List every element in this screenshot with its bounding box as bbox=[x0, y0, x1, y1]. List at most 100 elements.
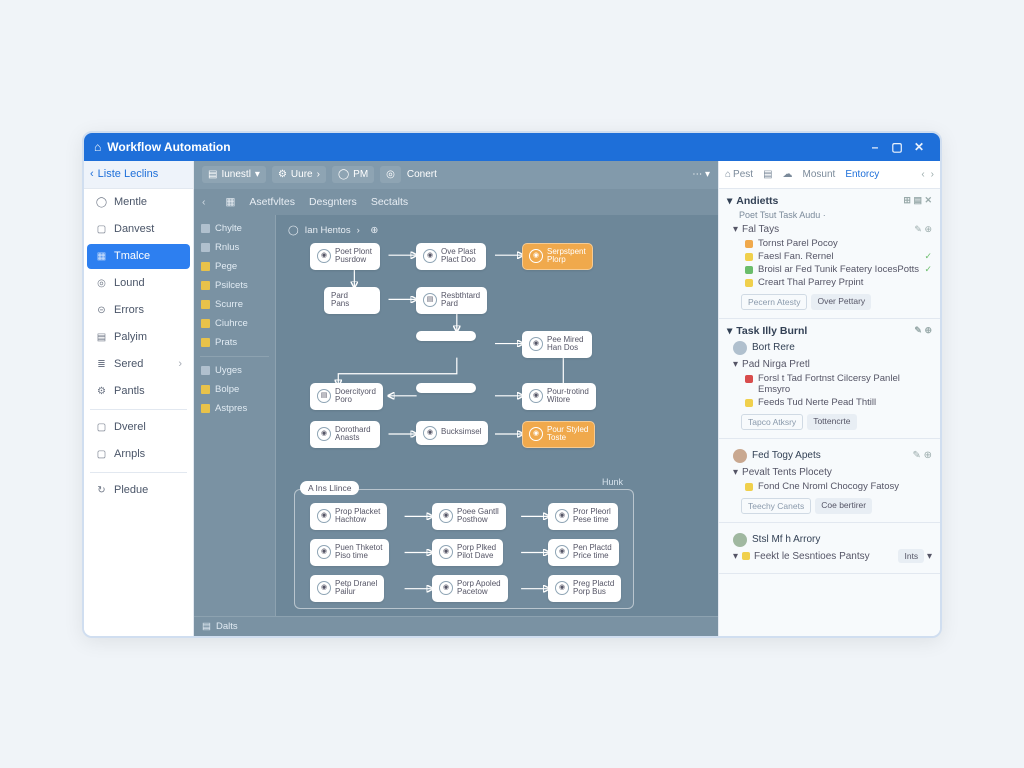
flow-node[interactable]: ◉SerpstpentPlorp bbox=[522, 243, 593, 271]
subnav-item[interactable]: Prats bbox=[194, 333, 275, 352]
panel-section-4: Stsl Mf h Arrory ▾ Feekt le Sesntioes Pa… bbox=[719, 523, 940, 574]
panel-tab-3[interactable]: Mosunt bbox=[803, 169, 836, 180]
subnav-item[interactable]: Bolpe bbox=[194, 380, 275, 399]
panel-tab-2[interactable]: ☁ bbox=[783, 169, 793, 180]
toolbar-more[interactable]: ⋯ ▾ bbox=[692, 169, 710, 180]
chip[interactable]: Tapco Atksry bbox=[741, 414, 803, 430]
group-head[interactable]: ▾ Pevalt Tents Plocety bbox=[733, 467, 932, 478]
list-item[interactable]: Broisl ar Fed Tunik Featery IocesPotts✓ bbox=[745, 264, 932, 275]
flow-node[interactable]: ◉Pee MiredHan Dos bbox=[522, 331, 592, 359]
window-minimize[interactable]: – bbox=[864, 140, 886, 154]
list-item[interactable]: Feeds Tud Nerte Pead Thtill bbox=[745, 397, 932, 408]
sidebar-item-danvest[interactable]: ▢Danvest bbox=[87, 217, 190, 242]
sidebar-item-arnpls[interactable]: ▢Arnpls bbox=[87, 442, 190, 467]
node-icon: ◉ bbox=[317, 249, 331, 263]
flow-node[interactable]: ◉Poet PlontPusrdow bbox=[310, 243, 380, 271]
tab-1[interactable]: Desgnters bbox=[309, 192, 357, 212]
chip[interactable]: Tottencrte bbox=[807, 414, 856, 430]
toolbar-btn-2[interactable]: ◯ PM bbox=[332, 166, 374, 183]
user-row[interactable]: Stsl Mf h Arrory bbox=[733, 533, 932, 547]
flow-node[interactable]: PardPans bbox=[324, 287, 380, 315]
tabs-back[interactable]: ‹ bbox=[202, 196, 206, 208]
sidebar-item-sered[interactable]: ≣Sered› bbox=[87, 352, 190, 377]
section-tools[interactable]: ⊞ ▤ ✕ bbox=[903, 195, 932, 206]
chip[interactable]: Over Pettary bbox=[811, 294, 871, 310]
subnav-item[interactable]: Uyges bbox=[194, 361, 275, 380]
subnav-item[interactable]: Scurre bbox=[194, 295, 275, 314]
refresh-icon: ↻ bbox=[95, 484, 108, 497]
flow-node[interactable]: ◉DorothardAnasts bbox=[310, 421, 380, 449]
group-head[interactable]: ▾ Fal Tays✎ ⊕ bbox=[733, 224, 932, 235]
toolbar-label-convert[interactable]: Conert bbox=[407, 169, 437, 180]
flow-node[interactable] bbox=[416, 383, 476, 393]
panel-nav-next[interactable]: › bbox=[931, 169, 934, 180]
group-head[interactable]: ▾ Pad Nirga Pretl bbox=[733, 359, 932, 370]
target-icon: ◎ bbox=[95, 277, 108, 290]
chip[interactable]: Ints bbox=[898, 549, 924, 563]
subnav-item[interactable]: Ciuhrce bbox=[194, 314, 275, 333]
panel-tab-home[interactable]: ⌂ Pest bbox=[725, 169, 753, 180]
tab-2[interactable]: Sectalts bbox=[371, 192, 408, 212]
sidebar-item-pantls[interactable]: ⚙Pantls bbox=[87, 379, 190, 404]
section-head[interactable]: ▾ Andietts⊞ ▤ ✕ bbox=[727, 195, 932, 207]
flow-node[interactable]: ◉Porp PlkedPilot Dave bbox=[432, 539, 503, 567]
flow-node[interactable]: ◉Pen PlactdPrice time bbox=[548, 539, 619, 567]
subnav-item[interactable]: Chylte bbox=[194, 219, 275, 238]
group-head[interactable]: ▾ Feekt le Sesntioes PantsyInts ▾ bbox=[733, 551, 932, 562]
flow-node[interactable]: ◉Prop PlacketHachtow bbox=[310, 503, 387, 531]
sidebar-item-lound[interactable]: ◎Lound bbox=[87, 271, 190, 296]
panel-nav-prev[interactable]: ‹ bbox=[921, 169, 924, 180]
list-item[interactable]: Tornst Parel Pocoy bbox=[745, 238, 932, 249]
sidebar-item-pledue[interactable]: ↻Pledue bbox=[87, 478, 190, 503]
panel-tab-4[interactable]: Entorcy bbox=[845, 169, 879, 180]
subnav-item[interactable]: Pege bbox=[194, 257, 275, 276]
toolbar-btn-0[interactable]: ▤ Iunestl ▾ bbox=[202, 166, 266, 183]
list-item[interactable]: Creart Thal Parrey Prpint bbox=[745, 277, 932, 288]
sidebar-item-errors[interactable]: ⊝Errors bbox=[87, 298, 190, 323]
sidebar-header[interactable]: ‹ Liste Leclins bbox=[84, 161, 193, 189]
sidebar-item-dverel[interactable]: ▢Dverel bbox=[87, 415, 190, 440]
workspace: ▤ Iunestl ▾ ⚙ Uure › ◯ PM ◎ Conert ⋯ ▾ ‹… bbox=[194, 161, 718, 636]
window-close[interactable]: ✕ bbox=[908, 140, 930, 154]
sidebar-item-mentle[interactable]: ◯Mentle bbox=[87, 190, 190, 215]
sidebar-item-tmalce[interactable]: ▦Tmalce bbox=[87, 244, 190, 269]
flow-node[interactable]: ◉Pour StyledToste bbox=[522, 421, 595, 449]
tab-0[interactable]: Asetfvltes bbox=[249, 192, 295, 212]
toolbar-btn-1[interactable]: ⚙ Uure › bbox=[272, 166, 326, 183]
flow-node[interactable]: ▤ResbthtardPard bbox=[416, 287, 487, 315]
flow-node[interactable] bbox=[416, 331, 476, 341]
folder-icon bbox=[201, 366, 210, 375]
flow-node[interactable]: ◉Petp DranelPailur bbox=[310, 575, 384, 603]
subnav-item[interactable]: Psilcets bbox=[194, 276, 275, 295]
list-icon: ≣ bbox=[95, 358, 108, 371]
chip[interactable]: Teechy Canets bbox=[741, 498, 811, 514]
node-icon: ▤ bbox=[423, 293, 437, 307]
workflow-canvas[interactable]: ◯ Ian Hentos › ⊕ bbox=[276, 215, 718, 616]
flow-node[interactable]: ▤DoercityordPoro bbox=[310, 383, 383, 411]
toolbar-btn-3[interactable]: ◎ bbox=[380, 166, 401, 183]
window-maximize[interactable]: ▢ bbox=[886, 140, 908, 154]
flow-node[interactable]: ◉Porp ApoledPacetow bbox=[432, 575, 508, 603]
flow-node[interactable]: ◉Pour-trotindWitore bbox=[522, 383, 596, 411]
section-head[interactable]: ▾ Task Illy Burnl✎ ⊕ bbox=[727, 325, 932, 337]
flow-node[interactable]: ◉Puen ThketotPiso time bbox=[310, 539, 389, 567]
sidebar-item-palyim[interactable]: ▤Palyim bbox=[87, 325, 190, 350]
subnav-item[interactable]: Astpres bbox=[194, 399, 275, 418]
list-item[interactable]: Forsl t Tad Fortnst Cilcersy Panlel Emsy… bbox=[745, 373, 932, 395]
flow-node[interactable]: ◉Preg PlactdPorp Bus bbox=[548, 575, 621, 603]
subnav-item[interactable]: Rnlus bbox=[194, 238, 275, 257]
chip[interactable]: Coe bertirer bbox=[815, 498, 872, 514]
user-row[interactable]: Fed Togy Apets✎ ⊕ bbox=[733, 449, 932, 463]
list-item[interactable]: Faesl Fan. Rernel✓ bbox=[745, 251, 932, 262]
flow-node[interactable]: ◉Pror PleorlPese time bbox=[548, 503, 618, 531]
flow-node[interactable]: ◉Ove PlastPlact Doo bbox=[416, 243, 486, 271]
chip[interactable]: Pecern Atesty bbox=[741, 294, 807, 310]
flow-node[interactable]: ◉Poee GantllPosthow bbox=[432, 503, 506, 531]
panel-tab-1[interactable]: ▤ bbox=[763, 169, 772, 180]
node-icon: ◉ bbox=[555, 581, 569, 595]
list-item[interactable]: Fond Cne Nroml Chocogy Fatosy bbox=[745, 481, 932, 492]
user-row[interactable]: Bort Rere bbox=[733, 341, 932, 355]
folder-icon bbox=[201, 243, 210, 252]
titlebar: ⌂ Workflow Automation – ▢ ✕ bbox=[84, 133, 940, 161]
flow-node[interactable]: ◉Bucksimsel bbox=[416, 421, 488, 445]
